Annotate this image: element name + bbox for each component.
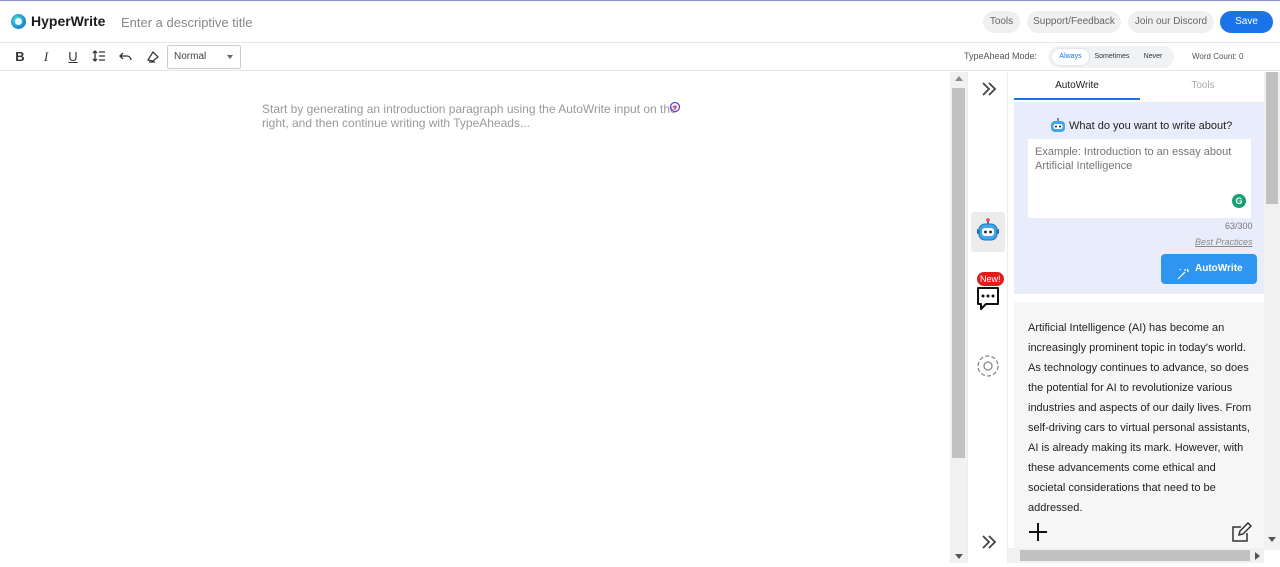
tab-tools[interactable]: Tools [1140,72,1264,100]
prompt-title: What do you want to write about? [1069,120,1233,132]
best-practices-link[interactable]: Best Practices [1195,237,1253,247]
typeahead-always-option[interactable]: Always [1052,49,1089,65]
support-feedback-button[interactable]: Support/Feedback [1027,11,1121,33]
editor-scrollbar[interactable] [950,72,967,563]
settings-icon[interactable] [971,346,1005,386]
editor-placeholder: Start by generating an introduction para… [262,102,677,130]
typeahead-mode-toggle: Always Sometimes Never [1048,46,1174,68]
document-title-input[interactable] [113,9,513,35]
panel-scrollbar[interactable] [1264,72,1280,550]
undo-icon[interactable] [119,49,135,65]
autowrite-panel: AutoWrite Tools What do you want to writ… [1008,72,1264,550]
new-badge: New! [977,272,1004,286]
underline-icon[interactable]: U [65,49,81,65]
side-icon-rail: New! [967,72,1008,563]
collapse-panel-icon[interactable] [971,72,1005,112]
app-name: HyperWrite [31,13,106,29]
typeahead-never-option[interactable]: Never [1137,49,1169,65]
plus-icon[interactable] [1028,522,1048,547]
tools-button[interactable]: Tools [983,11,1020,33]
edit-icon[interactable] [1230,521,1253,549]
format-toolbar: B I U Normal TypeAhead Mode: Always Some… [0,43,1280,71]
panel-horizontal-scrollbar[interactable] [1008,548,1264,563]
result-text: Artificial Intelligence (AI) has become … [1028,322,1252,514]
typeahead-mode-label: TypeAhead Mode: [964,51,1038,61]
robot-icon[interactable] [971,212,1005,252]
bold-icon[interactable]: B [12,49,28,65]
grammarly-icon[interactable]: G [1232,194,1246,208]
autowrite-result-card: Artificial Intelligence (AI) has become … [1014,302,1264,550]
prompt-input[interactable] [1028,139,1251,218]
paragraph-style-select[interactable]: Normal [167,45,241,69]
panel-scrollbar-thumb[interactable] [1266,72,1278,204]
save-button[interactable]: Save [1220,11,1273,33]
typeahead-sometimes-option[interactable]: Sometimes [1090,49,1134,65]
magic-wand-icon [1177,263,1189,293]
scroll-right-icon[interactable] [1255,552,1260,560]
line-spacing-icon[interactable] [92,49,108,65]
app-header: HyperWrite Tools Support/Feedback Join o… [0,1,1280,43]
typeahead-cursor-icon [669,101,681,116]
prompt-box: What do you want to write about? G 63/30… [1014,102,1264,294]
hyperwrite-logo-icon [11,14,26,29]
scroll-down-icon[interactable] [1268,537,1276,542]
word-count: Word Count: 0 [1192,52,1244,61]
editor-area[interactable]: Start by generating an introduction para… [0,72,950,563]
robot-icon [1049,116,1067,139]
autowrite-button-label: AutoWrite [1195,263,1243,274]
tab-autowrite[interactable]: AutoWrite [1014,72,1140,100]
char-count: 63/300 [1225,221,1253,231]
scroll-down-icon[interactable] [955,554,963,559]
scroll-up-icon[interactable] [955,76,963,81]
autowrite-button[interactable]: AutoWrite [1161,254,1257,284]
chevron-down-icon [227,55,233,59]
chat-icon[interactable] [971,282,1005,322]
horizontal-scrollbar-thumb[interactable] [1020,550,1250,561]
expand-panel-icon[interactable] [971,527,1005,567]
clear-format-icon[interactable] [146,49,162,65]
join-discord-button[interactable]: Join our Discord [1128,11,1214,33]
italic-icon[interactable]: I [38,49,54,65]
editor-scrollbar-thumb[interactable] [952,88,965,458]
paragraph-style-value: Normal [174,51,207,62]
